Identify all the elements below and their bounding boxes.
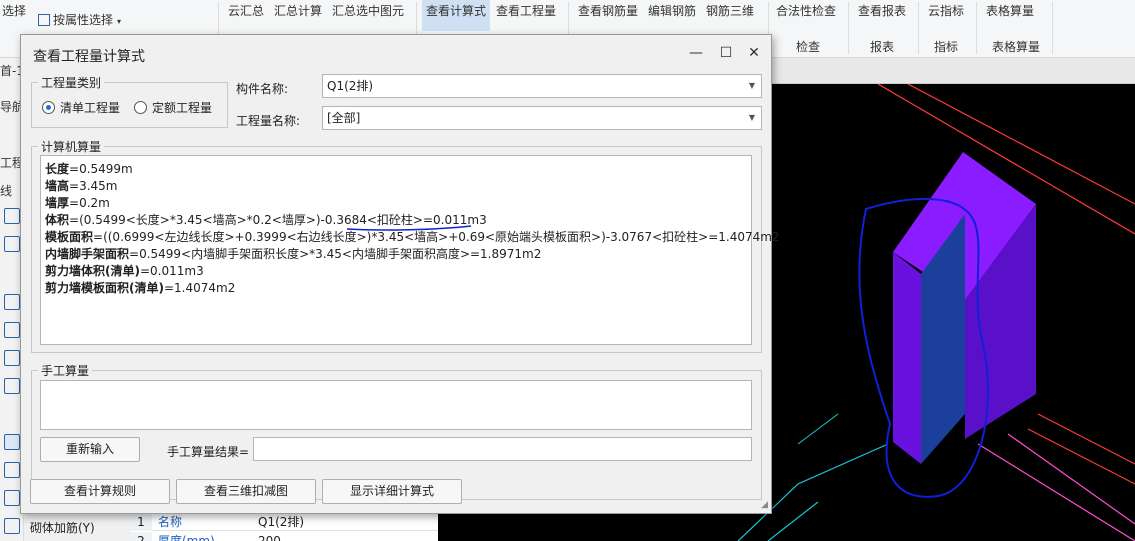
legality-check-button[interactable]: 合法性检查	[776, 2, 836, 19]
rebar-3d-button[interactable]: 钢筋三维	[706, 2, 754, 19]
quantity-name-label: 工程量名称:	[236, 114, 301, 128]
divider	[918, 2, 919, 54]
component-name-label: 构件名称:	[236, 82, 289, 96]
attr-select-button[interactable]: 按属性选择 ▾	[38, 11, 121, 28]
axis-line-red	[1037, 413, 1135, 465]
axis-line-cyan	[797, 413, 839, 445]
view-report-button[interactable]: 查看报表	[858, 2, 906, 19]
formula-line: 剪力墙体积(清单)=0.011m3	[45, 264, 204, 278]
chevron-down-icon: ▼	[748, 113, 755, 122]
table-row[interactable]: 1 名称 Q1(2排)	[130, 513, 438, 531]
minimize-icon[interactable]: —	[685, 42, 707, 64]
formula-line: 长度=0.5499m	[45, 162, 133, 176]
dialog-title: 查看工程量计算式	[33, 49, 145, 65]
component-name-select[interactable]: Q1(2排) ▼	[322, 74, 762, 98]
view-quantity-button[interactable]: 查看工程量	[496, 2, 556, 19]
gear-icon[interactable]	[4, 322, 20, 338]
calc-formula-textarea[interactable]: 长度=0.5499m 墙高=3.45m 墙厚=0.2m 体积=(0.5499<长…	[40, 155, 780, 345]
slab-icon[interactable]	[4, 378, 20, 394]
maximize-icon[interactable]: ☐	[715, 42, 737, 64]
group-report-label: 报表	[870, 40, 895, 54]
manual-legend: 手工算量	[38, 362, 93, 379]
formula-line: 墙高=3.45m	[45, 179, 118, 193]
view-rules-button[interactable]: 查看计算规则	[30, 479, 170, 504]
wall-icon[interactable]	[4, 208, 20, 224]
underline-annotation	[346, 225, 472, 231]
manual-result-input[interactable]	[253, 437, 752, 461]
summary-selected-button[interactable]: 汇总选中图元	[332, 2, 404, 19]
masonry-rebar-item[interactable]: 砌体加筋(Y)	[30, 519, 95, 536]
category-group: 工程量类别 清单工程量 定额工程量	[31, 74, 228, 128]
radio-quota-quantity[interactable]: 定额工程量	[134, 99, 212, 116]
group-table-label: 表格算量	[992, 40, 1041, 54]
radio-unchecked-icon	[134, 101, 147, 114]
summary-calc-button[interactable]: 汇总计算	[274, 2, 322, 19]
show-detail-button[interactable]: 显示详细计算式	[322, 479, 462, 504]
manual-result-label: 手工算量结果=	[167, 445, 250, 459]
category-legend: 工程量类别	[38, 74, 105, 91]
view-tab-bar	[770, 58, 1135, 84]
chevron-down-icon: ▼	[748, 81, 755, 90]
view-calc-formula-button[interactable]: 查看计算式	[426, 2, 486, 19]
view-rebar-button[interactable]: 查看钢筋量	[578, 2, 638, 19]
select-button[interactable]: 选择	[2, 2, 26, 19]
wall-left-face[interactable]	[893, 252, 921, 464]
formula-line: 墙厚=0.2m	[45, 196, 110, 210]
cloud-indicator-button[interactable]: 云指标	[928, 2, 964, 19]
quantity-name-select[interactable]: [全部] ▼	[322, 106, 762, 130]
close-icon[interactable]: ✕	[743, 42, 765, 64]
divider	[848, 2, 849, 54]
divider	[976, 2, 977, 54]
axis-line-magenta	[1007, 433, 1135, 525]
manual-calc-textarea[interactable]	[40, 380, 752, 430]
beam-icon[interactable]	[4, 350, 20, 366]
resize-grip-icon[interactable]: ◢	[761, 500, 768, 510]
masonry-wall-icon[interactable]	[4, 434, 20, 450]
masonry-rebar-icon[interactable]	[4, 518, 20, 534]
reinput-button[interactable]: 重新输入	[40, 437, 140, 462]
line-label: 线	[0, 184, 13, 198]
radio-bill-quantity[interactable]: 清单工程量	[42, 99, 120, 116]
brick-icon[interactable]	[4, 490, 20, 506]
edit-rebar-button[interactable]: 编辑钢筋	[648, 2, 696, 19]
column-icon[interactable]	[4, 294, 20, 310]
properties-table: 1 名称 Q1(2排) 2 厚度(mm) 200	[130, 510, 438, 541]
divider	[1052, 2, 1053, 54]
axis-line-cyan	[767, 501, 819, 541]
group-indicator-label: 指标	[934, 40, 959, 54]
radio-checked-icon	[42, 101, 55, 114]
cloud-summary-button[interactable]: 云汇总	[228, 2, 264, 19]
grid-icon[interactable]	[4, 236, 20, 252]
axis-line-magenta	[977, 443, 1135, 541]
group-check-label: 检查	[796, 40, 821, 54]
table-row[interactable]: 2 厚度(mm) 200	[130, 532, 438, 541]
quantity-formula-dialog: 查看工程量计算式 — ☐ ✕ 工程量类别 清单工程量 定额工程量 构件名称: Q…	[20, 34, 780, 514]
axis-line-red	[1027, 428, 1135, 485]
view-3d-deduct-button[interactable]: 查看三维扣减图	[176, 479, 316, 504]
formula-line: 剪力墙模板面积(清单)=1.4074m2	[45, 281, 236, 295]
attr-select-icon	[38, 14, 50, 26]
table-calc-button[interactable]: 表格算量	[986, 2, 1034, 19]
computer-calc-legend: 计算机算量	[38, 138, 105, 155]
formula-line: 内墙脚手架面积=0.5499<内墙脚手架面积长度>*3.45<内墙脚手架面积高度…	[45, 247, 542, 261]
masonry-grid-icon[interactable]	[4, 462, 20, 478]
chevron-down-icon: ▾	[117, 17, 122, 26]
